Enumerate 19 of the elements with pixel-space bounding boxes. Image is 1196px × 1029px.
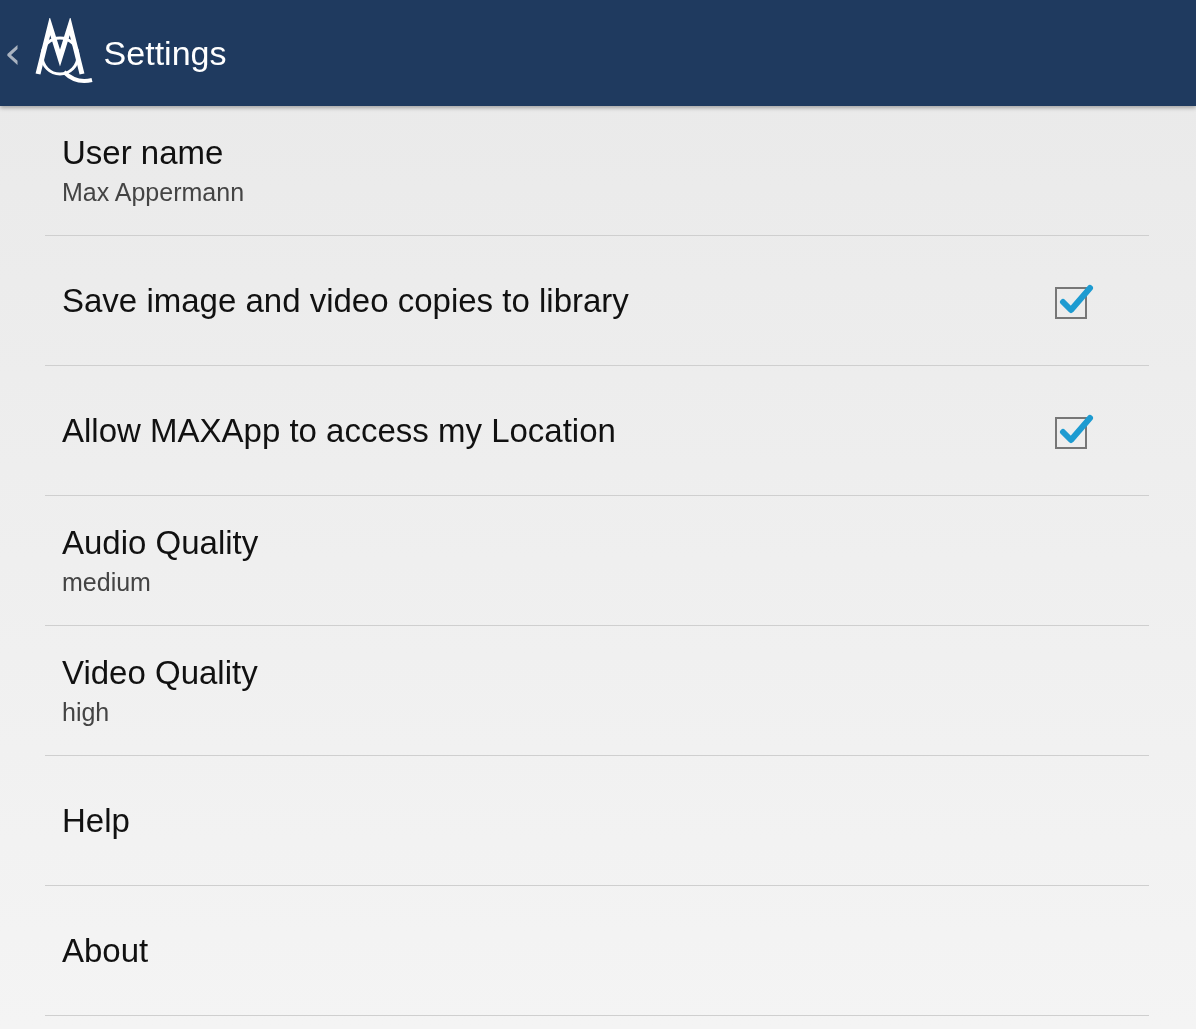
back-caret[interactable]: ‹: [4, 31, 22, 75]
setting-title: Allow MAXApp to access my Location: [62, 411, 616, 450]
setting-title: Video Quality: [62, 654, 258, 692]
settings-item[interactable]: Save image and video copies to library: [45, 236, 1149, 366]
settings-item[interactable]: Video Quality high: [45, 626, 1149, 756]
settings-item[interactable]: About: [45, 886, 1149, 1016]
settings-item[interactable]: Help: [45, 756, 1149, 886]
setting-title: About: [62, 931, 149, 970]
setting-title: User name: [62, 134, 225, 172]
settings-item[interactable]: Audio Quality medium: [45, 496, 1149, 626]
setting-title: Help: [62, 801, 130, 840]
settings-item[interactable]: User name Max Appermann: [45, 106, 1149, 236]
setting-title: Save image and video copies to library: [62, 281, 629, 320]
setting-value: Max Appermann: [62, 178, 245, 207]
setting-value: high: [62, 698, 111, 727]
setting-title: Audio Quality: [62, 524, 259, 562]
settings-item[interactable]: Allow MAXApp to access my Location: [45, 366, 1149, 496]
setting-value: medium: [62, 568, 152, 597]
screen-title: Settings: [103, 33, 227, 73]
